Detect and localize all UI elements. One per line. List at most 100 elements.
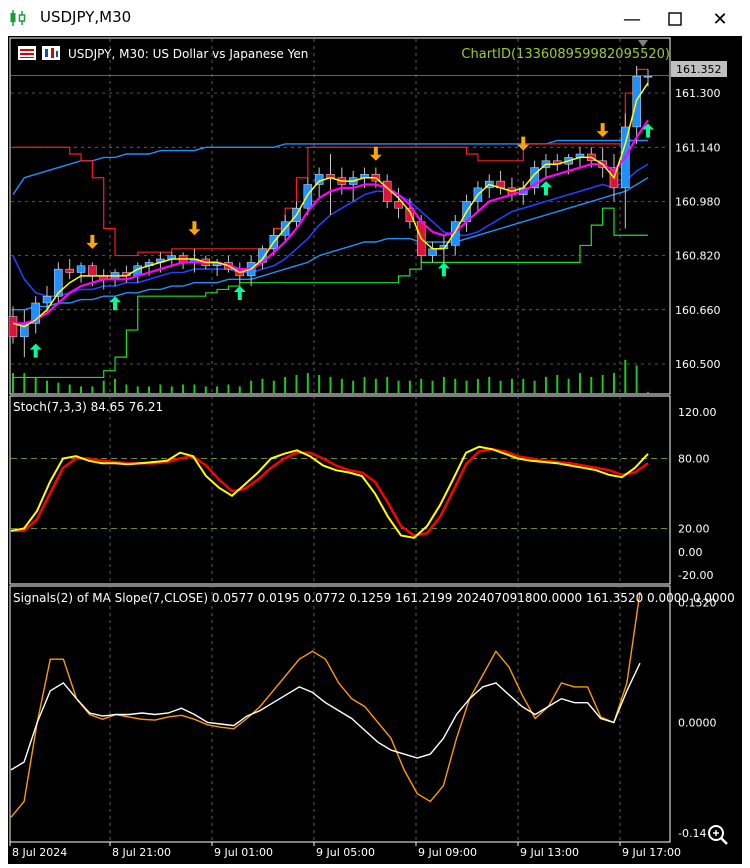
minimize-icon: — (623, 8, 641, 30)
volume-bar (306, 373, 309, 394)
chart-svg[interactable]: 160.500 160.660 160.820 160.980 161.140 161.3… (8, 36, 742, 864)
stoch-title: Stoch(7,3,3) 84.65 76.21 (13, 400, 163, 414)
stoch-panel-frame (9, 395, 671, 585)
volume-bar (23, 373, 26, 394)
time-tick-label: 9 Jul 05:00 (316, 846, 375, 859)
volume-bar (397, 380, 400, 394)
volume-bar (386, 376, 389, 394)
volume-bar (408, 380, 411, 394)
volume-bar (272, 380, 275, 394)
signals-tick-label: 0.0000 (678, 716, 717, 729)
stoch-tick-label: 20.00 (678, 523, 710, 536)
zoom-in-icon[interactable] (708, 825, 728, 845)
signals-plot (10, 591, 641, 818)
candle-body (88, 265, 97, 277)
sell-arrow-icon (596, 123, 609, 138)
main-panel-frame (9, 37, 671, 395)
volume-bar (533, 380, 536, 394)
volume-bar (318, 375, 321, 394)
menu-icon[interactable] (18, 46, 36, 60)
ma-mid-line (13, 119, 649, 325)
price-tick-label: 160.660 (675, 304, 721, 317)
volume-bar (431, 380, 434, 394)
candle-body (65, 268, 74, 273)
buy-arrow-icon (539, 181, 552, 196)
volume-bar (590, 376, 593, 394)
candle-body (42, 295, 52, 304)
volume-bar (556, 375, 559, 394)
volume-bar (499, 380, 502, 394)
candle-body (643, 75, 653, 78)
chart-id-label: ChartID(133608959982095520) (461, 47, 670, 62)
volume-bar (544, 376, 547, 394)
volume-bar (488, 376, 491, 394)
volume-bar (148, 386, 151, 394)
time-tick-label: 9 Jul 17:00 (622, 846, 681, 859)
volume-bar (227, 384, 230, 394)
volume-bar (193, 384, 196, 394)
stoch-tick-label: 80.00 (678, 453, 710, 466)
maximize-icon (668, 12, 682, 26)
signal-fast-line (10, 591, 641, 818)
buy-arrow-icon (109, 296, 122, 311)
volume-bar (567, 378, 570, 394)
chart-type-icon[interactable] (42, 46, 60, 60)
volume-bar (522, 378, 525, 394)
volume-bar (102, 380, 105, 394)
volume-bar (170, 386, 173, 394)
candle-body (314, 174, 324, 185)
lower-band-line (13, 207, 648, 379)
stoch-tick-label: 0.00 (678, 546, 703, 559)
volume-bar (578, 373, 581, 394)
price-tick-label: 160.500 (675, 358, 721, 371)
price-axis: 160.500 160.660 160.820 160.980 161.140 161.3… (675, 87, 721, 840)
chart-area[interactable]: 160.500 160.660 160.820 160.980 161.140 161.3… (8, 36, 742, 864)
price-tick-label: 160.820 (675, 250, 721, 263)
close-button[interactable]: ✕ (700, 6, 740, 32)
volume-bar (329, 376, 332, 394)
volume-bar (114, 378, 117, 394)
volume-bar (250, 380, 253, 394)
time-tick-label: 8 Jul 2024 (12, 846, 67, 859)
price-plot (8, 66, 669, 394)
buy-arrow-icon (29, 343, 42, 358)
volume-bar (46, 380, 49, 394)
volume-bar (420, 378, 423, 394)
symbol-description: USDJPY, M30: US Dollar vs Japanese Yen (68, 47, 308, 61)
volume-bar (57, 382, 60, 394)
volume-bar (91, 386, 94, 394)
time-tick-label: 9 Jul 13:00 (520, 846, 579, 859)
candle-body (303, 184, 313, 209)
volume-bar (635, 365, 638, 394)
volume-bar (284, 376, 287, 394)
volume-bar (465, 380, 468, 394)
stoch-tick-label: -20.00 (678, 569, 713, 582)
shift-marker-icon[interactable] (638, 40, 648, 47)
volume-bar (80, 386, 83, 394)
buy-arrow-icon (233, 286, 246, 301)
close-icon: ✕ (712, 8, 728, 30)
volume-bar (136, 386, 139, 394)
price-tick-label: 160.980 (675, 195, 721, 208)
time-tick-label: 9 Jul 09:00 (418, 846, 477, 859)
maximize-button[interactable] (655, 6, 695, 32)
time-axis: 8 Jul 2024 8 Jul 21:00 9 Jul 01:00 9 Jul 05… (9, 842, 681, 859)
volume-bar (204, 386, 207, 394)
volume-bar (68, 384, 71, 394)
volume-bar (12, 373, 14, 394)
price-tick-label: 161.300 (675, 87, 721, 100)
current-price-label: 161.352 (676, 63, 722, 76)
time-tick-label: 8 Jul 21:00 (112, 846, 171, 859)
minimize-button[interactable]: — (612, 6, 652, 32)
time-tick-label: 9 Jul 01:00 (214, 846, 273, 859)
volume-bar (352, 380, 355, 394)
buy-arrow-icon (437, 262, 450, 277)
volume-bar (159, 384, 162, 394)
sell-arrow-icon (188, 221, 201, 236)
volume-bar (34, 376, 37, 394)
volume-bar (261, 378, 264, 394)
volume-bar (454, 378, 457, 394)
signals-tick-label: -0.14 (678, 827, 706, 840)
sell-arrow-icon (369, 146, 382, 161)
volume-bar (295, 375, 298, 394)
